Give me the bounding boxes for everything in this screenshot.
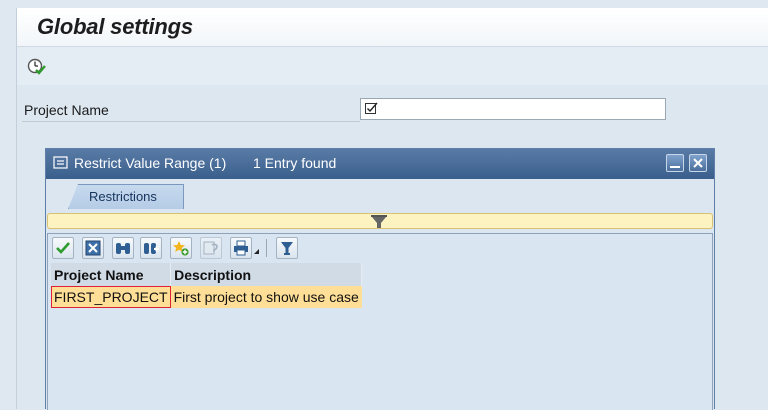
help-button[interactable] [200, 237, 222, 259]
filter-button[interactable] [276, 237, 298, 259]
help-icon [203, 241, 218, 255]
minimize-button[interactable] [666, 154, 684, 172]
restrict-value-range-dialog: Restrict Value Range (1) 1 Entry found R… [45, 148, 715, 410]
value-help-icon [53, 156, 68, 169]
column-header-project-name[interactable]: Project Name [51, 263, 172, 286]
filter-toggle-icon[interactable] [371, 215, 387, 229]
check-icon [56, 242, 70, 254]
page-title: Global settings [37, 14, 193, 39]
print-options-dropdown[interactable] [253, 237, 261, 259]
list-toolbar [50, 236, 710, 260]
find-next-icon [144, 243, 159, 254]
dialog-title: Restrict Value Range (1) [74, 155, 227, 171]
filter-icon [281, 242, 293, 255]
cell-description[interactable]: First project to show use case [170, 286, 362, 308]
table-header-row: Project Name Description [51, 263, 363, 286]
new-entry-button[interactable] [170, 237, 192, 259]
check-button[interactable] [52, 237, 74, 259]
title-bar: Global settings [16, 8, 768, 46]
cancel-button[interactable] [82, 237, 104, 259]
column-header-description[interactable]: Description [170, 263, 363, 286]
restrictions-collapse-bar[interactable] [47, 213, 713, 229]
close-icon [693, 158, 703, 168]
cancel-icon [85, 240, 101, 256]
print-icon [234, 240, 248, 256]
label-underline [22, 121, 360, 122]
dropdown-arrow-icon [254, 249, 259, 254]
print-button[interactable] [230, 237, 252, 259]
dialog-title-bar[interactable]: Restrict Value Range (1) 1 Entry found [46, 149, 714, 179]
cell-project-name[interactable]: FIRST_PROJECT [51, 286, 171, 308]
find-button[interactable] [112, 237, 134, 259]
entries-found-status: 1 Entry found [253, 155, 337, 171]
project-name-label: Project Name [24, 102, 109, 118]
tab-label: Restrictions [89, 189, 157, 204]
results-table: Project Name Description FIRST_PROJECT F… [51, 263, 363, 308]
project-name-input[interactable] [360, 98, 666, 120]
execute-clock-icon[interactable] [26, 56, 46, 76]
new-entry-icon [173, 241, 189, 256]
application-toolbar [16, 46, 768, 85]
toolbar-separator [266, 239, 267, 257]
checkbox-help-icon[interactable] [365, 102, 378, 115]
tab-restrictions[interactable]: Restrictions [68, 184, 184, 209]
find-next-button[interactable] [140, 237, 162, 259]
tab-strip: Restrictions [46, 179, 714, 209]
result-list-panel: Project Name Description FIRST_PROJECT F… [47, 233, 713, 410]
find-icon [116, 243, 130, 254]
table-row[interactable]: FIRST_PROJECT First project to show use … [51, 286, 362, 308]
close-button[interactable] [689, 154, 707, 172]
minimize-icon [670, 166, 680, 168]
